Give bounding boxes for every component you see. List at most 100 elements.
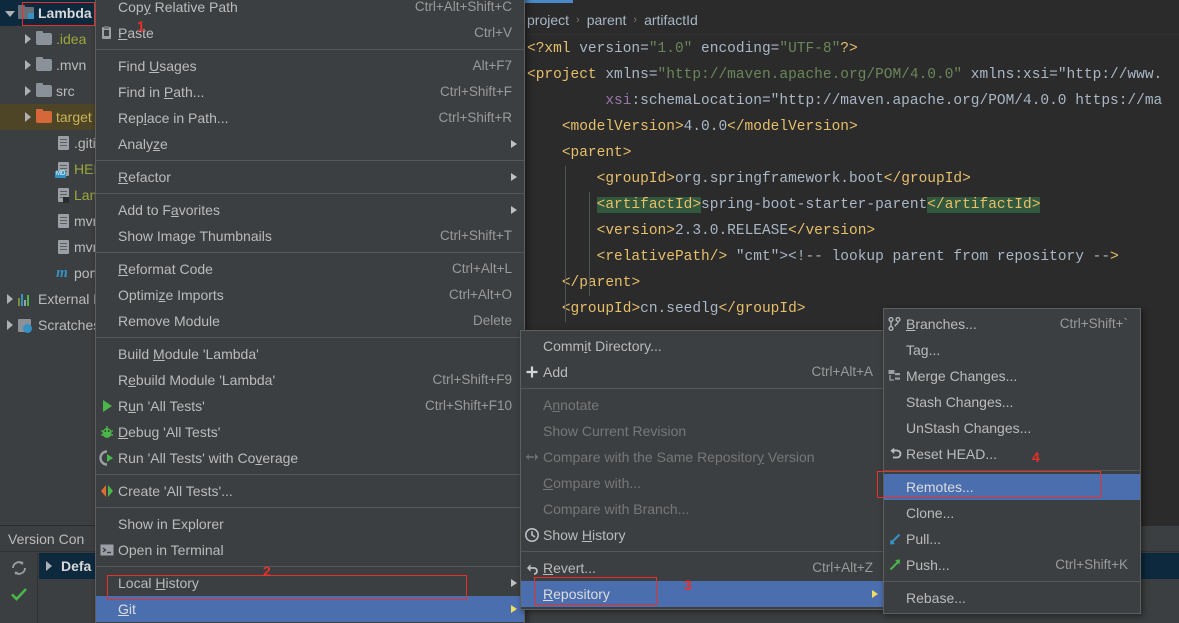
merge-icon (884, 363, 906, 389)
chevron-right-icon[interactable] (22, 111, 34, 123)
chevron-down-icon[interactable] (4, 7, 16, 19)
menu-item-label: Rebase... (906, 590, 966, 606)
menu-item-shortcut: Ctrl+Shift+R (438, 110, 512, 125)
context-menu-git[interactable]: Commit Directory... Add Ctrl+Alt+A Annotate… (520, 330, 886, 610)
tree-item--mvn[interactable]: .mvn (0, 52, 95, 78)
tree-item-label: src (56, 83, 75, 99)
menu-item-reformat-code[interactable]: Reformat Code Ctrl+Alt+L (96, 256, 524, 282)
menu-item-refactor[interactable]: Refactor (96, 164, 524, 190)
context-menu-main[interactable]: Copy Relative Path Ctrl+Alt+Shift+C Paste C… (95, 0, 525, 623)
menu-item-open-in-terminal[interactable]: Open in Terminal (96, 537, 524, 563)
menu-item-create-all-tests[interactable]: Create 'All Tests'... (96, 478, 524, 504)
tree-item-lambda[interactable]: Lambda (0, 0, 95, 26)
chevron-right-icon[interactable] (22, 59, 34, 71)
menu-item-remove-module[interactable]: Remove Module Delete (96, 308, 524, 334)
menu-item-label: Revert... (543, 560, 596, 576)
menu-item-label: Find in Path... (118, 84, 205, 100)
tree-item-mvnw-cmd[interactable]: mvnw.cmd (0, 234, 95, 260)
code-line: <relativePath/> "cmt"><!-- lookup parent… (596, 249, 1119, 265)
menu-item-shortcut: Ctrl+Shift+` (1059, 316, 1128, 331)
context-menu-repository[interactable]: Branches... Ctrl+Shift+` Tag... Merge Chang… (883, 308, 1141, 614)
tree-item-help-md[interactable]: MDHELP.md (0, 156, 95, 182)
tree-item-src[interactable]: src (0, 78, 95, 104)
menu-item-replace-in-path[interactable]: Replace in Path... Ctrl+Shift+R (96, 105, 524, 131)
menu-item-add-to-favorites[interactable]: Add to Favorites (96, 197, 524, 223)
tree-item-lambda-iml[interactable]: Lambda.iml (0, 182, 95, 208)
menu-item-annotate[interactable]: Annotate (521, 392, 885, 418)
tree-item-target[interactable]: target (0, 104, 95, 130)
chevron-right-icon[interactable] (43, 560, 55, 572)
chevron-right-icon[interactable] (22, 85, 34, 97)
tree-item-scratches-and-consoles[interactable]: Scratches and Consoles (0, 312, 95, 338)
menu-item-shortcut: Ctrl+Alt+A (811, 364, 873, 379)
tree-item-external-libraries[interactable]: External Libraries (0, 286, 95, 312)
menu-item-compare-with-branch[interactable]: Compare with Branch... (521, 496, 885, 522)
breadcrumb-item[interactable]: parent (587, 12, 627, 28)
menu-item-add[interactable]: Add Ctrl+Alt+A (521, 359, 885, 385)
menu-item-find-usages[interactable]: Find Usages Alt+F7 (96, 53, 524, 79)
checkmark-icon[interactable] (10, 585, 28, 603)
project-tree-panel[interactable]: Lambda.idea.mvnsrctarget.gitignoreMDHELP… (0, 0, 95, 525)
menu-icon-placeholder (96, 53, 118, 79)
menu-item-tag[interactable]: Tag... (884, 337, 1140, 363)
menu-item-paste[interactable]: Paste Ctrl+V (96, 20, 524, 46)
breadcrumb[interactable]: project › parent › artifactId (519, 8, 698, 32)
editor-tab-strip[interactable] (519, 0, 1179, 6)
breadcrumb-item[interactable]: project (527, 12, 569, 28)
tree-item--gitignore[interactable]: .gitignore (0, 130, 95, 156)
refresh-icon[interactable] (10, 559, 28, 577)
version-control-toolbar[interactable] (0, 553, 38, 623)
menu-item-repository[interactable]: Repository (521, 581, 885, 607)
menu-item-compare-with-the-same-repository-version[interactable]: Compare with the Same Repository Version (521, 444, 885, 470)
menu-item-remotes[interactable]: Remotes... (884, 474, 1140, 500)
tree-item-label: mvnw.cmd (74, 239, 95, 255)
markdown-file-icon: MD (54, 161, 70, 178)
chevron-right-icon[interactable] (4, 319, 16, 331)
menu-item-push[interactable]: Push... Ctrl+Shift+K (884, 552, 1140, 578)
menu-icon-placeholder (96, 341, 118, 367)
breadcrumb-item[interactable]: artifactId (644, 12, 698, 28)
menu-item-rebase[interactable]: Rebase... (884, 585, 1140, 611)
menu-item-git[interactable]: Git (96, 596, 524, 622)
tree-item-label: HELP.md (74, 161, 95, 177)
menu-item-stash-changes[interactable]: Stash Changes... (884, 389, 1140, 415)
menu-item-show-current-revision[interactable]: Show Current Revision (521, 418, 885, 444)
submenu-arrow-icon (511, 206, 517, 214)
menu-item-show-history[interactable]: Show History (521, 522, 885, 548)
menu-item-show-in-explorer[interactable]: Show in Explorer (96, 511, 524, 537)
menu-item-analyze[interactable]: Analyze (96, 131, 524, 157)
menu-item-label: Reset HEAD... (906, 446, 998, 462)
menu-item-local-history[interactable]: Local History (96, 570, 524, 596)
menu-item-branches[interactable]: Branches... Ctrl+Shift+` (884, 311, 1140, 337)
menu-item-compare-with[interactable]: Compare with... (521, 470, 885, 496)
menu-icon-placeholder (96, 511, 118, 537)
menu-separator (96, 474, 524, 475)
menu-item-pull[interactable]: Pull... (884, 526, 1140, 552)
menu-item-label: Branches... (906, 316, 977, 332)
menu-item-find-in-path[interactable]: Find in Path... Ctrl+Shift+F (96, 79, 524, 105)
tree-item-label: .idea (56, 31, 87, 47)
menu-item-merge-changes[interactable]: Merge Changes... (884, 363, 1140, 389)
menu-item-build-module-lambda[interactable]: Build Module 'Lambda' (96, 341, 524, 367)
menu-item-debug-all-tests[interactable]: Debug 'All Tests' (96, 419, 524, 445)
menu-item-clone[interactable]: Clone... (884, 500, 1140, 526)
menu-item-reset-head[interactable]: Reset HEAD... (884, 441, 1140, 467)
menu-item-run-all-tests-with-coverage[interactable]: Run 'All Tests' with Coverage (96, 445, 524, 471)
menu-item-revert[interactable]: Revert... Ctrl+Alt+Z (521, 555, 885, 581)
menu-item-label: Optimize Imports (118, 287, 224, 303)
menu-item-commit-directory[interactable]: Commit Directory... (521, 333, 885, 359)
menu-item-optimize-imports[interactable]: Optimize Imports Ctrl+Alt+O (96, 282, 524, 308)
menu-item-run-all-tests[interactable]: Run 'All Tests' Ctrl+Shift+F10 (96, 393, 524, 419)
tree-item-pom-xml[interactable]: m pom.xml (0, 260, 95, 286)
menu-item-rebuild-module-lambda[interactable]: Rebuild Module 'Lambda' Ctrl+Shift+F9 (96, 367, 524, 393)
tree-item-mvnw[interactable]: mvnw (0, 208, 95, 234)
chevron-right-icon[interactable] (22, 33, 34, 45)
menu-item-label: Git (118, 601, 136, 617)
menu-item-unstash-changes[interactable]: UnStash Changes... (884, 415, 1140, 441)
indent-guide (565, 166, 566, 322)
tree-item--idea[interactable]: .idea (0, 26, 95, 52)
menu-item-copy-relative-path[interactable]: Copy Relative Path Ctrl+Alt+Shift+C (96, 0, 524, 20)
chevron-right-icon[interactable] (4, 293, 16, 305)
menu-item-show-image-thumbnails[interactable]: Show Image Thumbnails Ctrl+Shift+T (96, 223, 524, 249)
